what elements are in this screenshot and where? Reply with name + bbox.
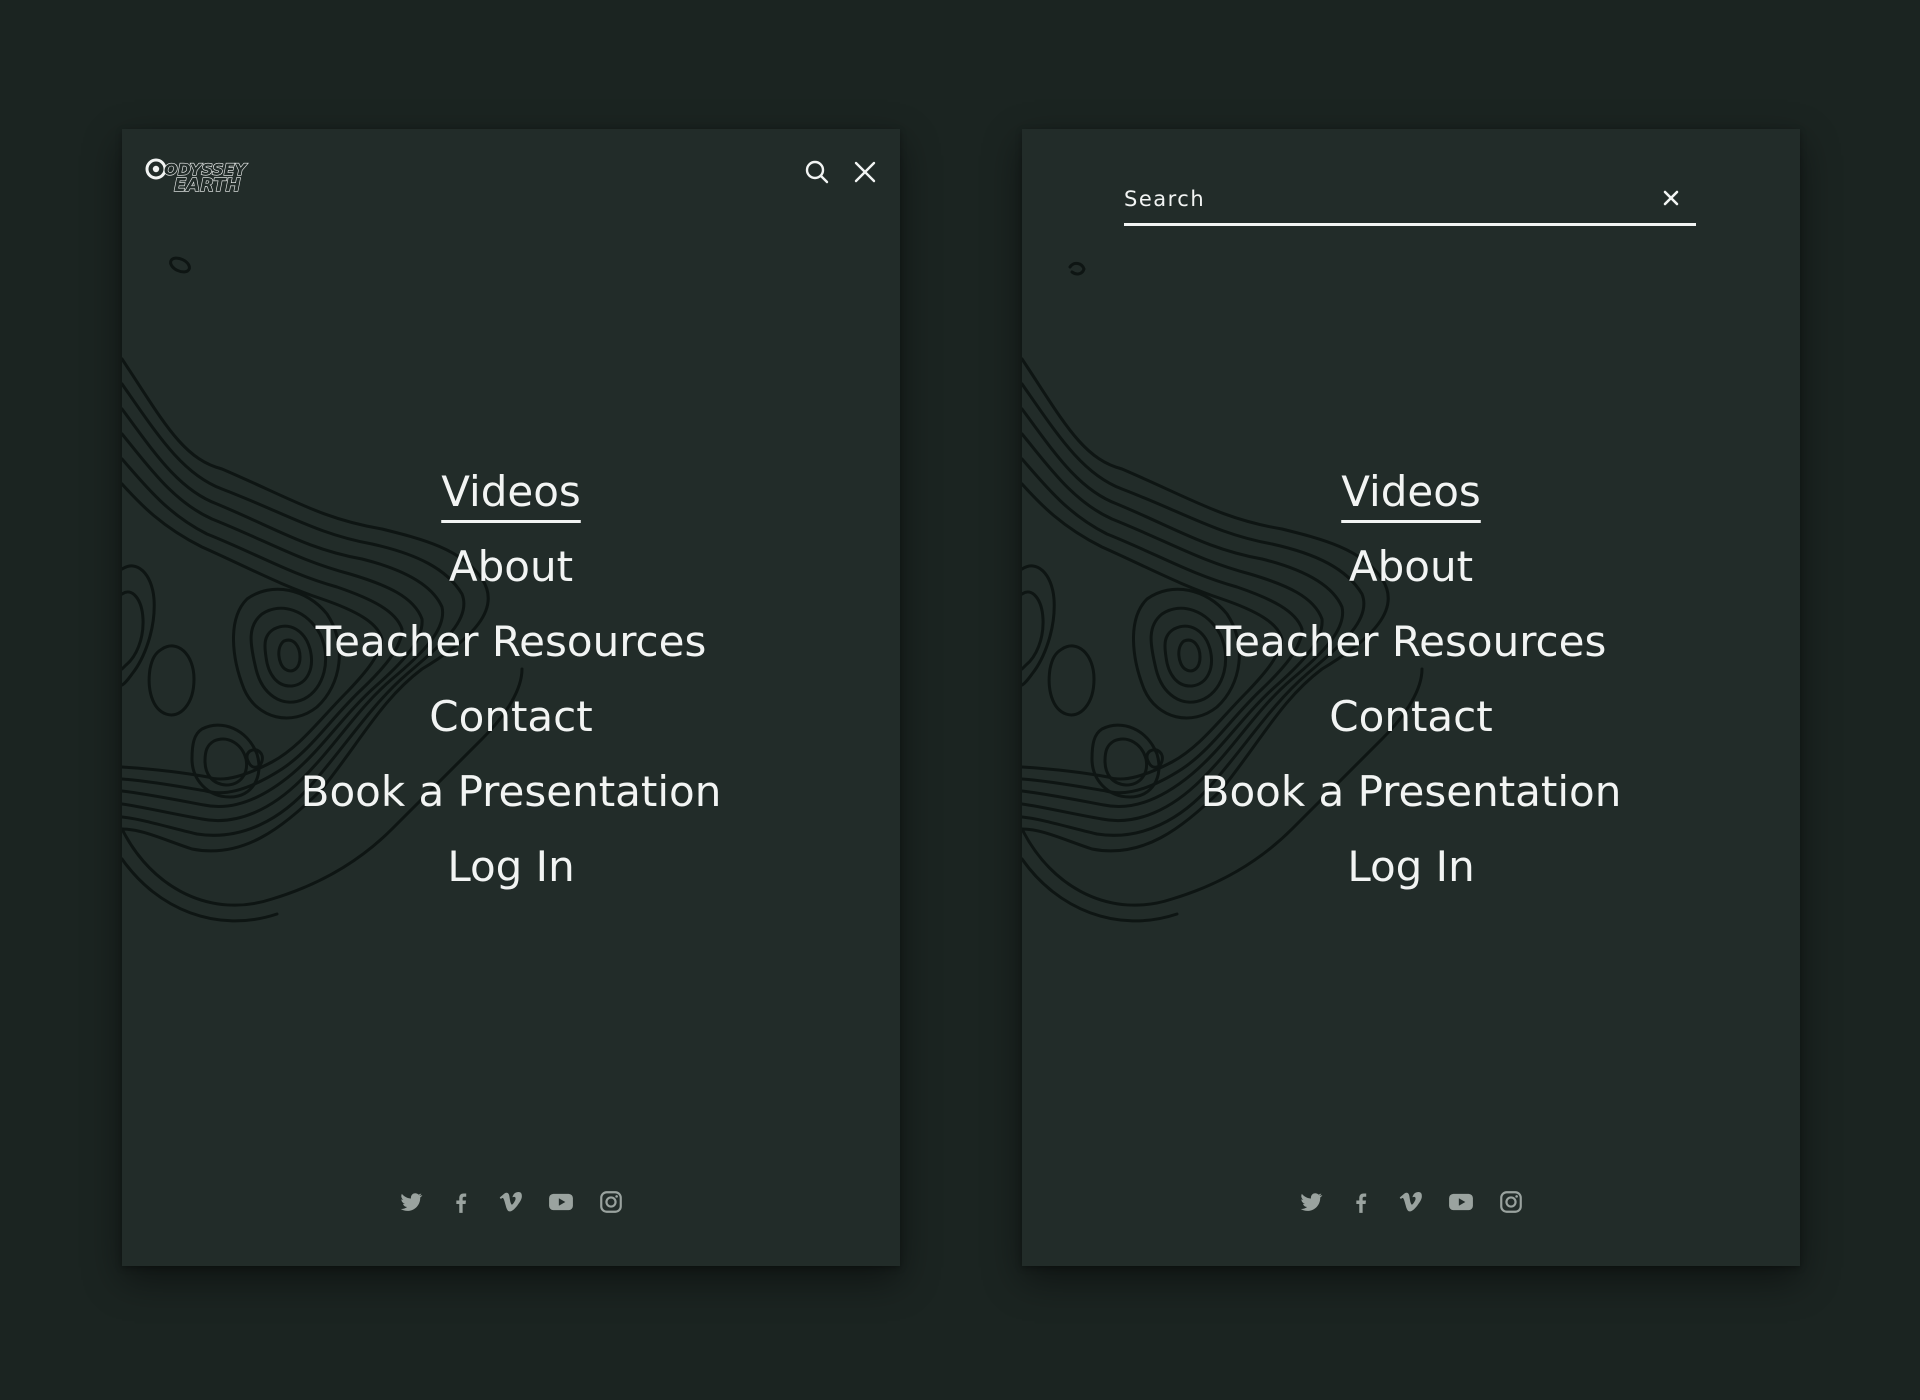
vimeo-icon[interactable] <box>498 1189 524 1215</box>
nav-item-videos[interactable]: Videos <box>1341 454 1481 529</box>
youtube-icon[interactable] <box>1448 1189 1474 1215</box>
nav-item-book-a-presentation[interactable]: Book a Presentation <box>301 754 722 829</box>
instagram-icon[interactable] <box>1498 1189 1524 1215</box>
social-links <box>122 1189 900 1215</box>
search-input[interactable] <box>1124 181 1624 217</box>
twitter-icon[interactable] <box>398 1189 424 1215</box>
nav-item-contact[interactable]: Contact <box>429 679 592 754</box>
close-icon[interactable] <box>852 159 878 185</box>
nav-item-videos[interactable]: Videos <box>441 454 581 529</box>
nav-item-contact[interactable]: Contact <box>1329 679 1492 754</box>
nav-item-book-a-presentation[interactable]: Book a Presentation <box>1201 754 1622 829</box>
header-actions <box>804 159 878 185</box>
nav-item-teacher-resources[interactable]: Teacher Resources <box>1216 604 1607 679</box>
main-nav: Videos About Teacher Resources Contact B… <box>122 454 900 904</box>
odyssey-earth-logo-mark: ODYSSEY EARTH <box>145 158 248 195</box>
vimeo-icon[interactable] <box>1398 1189 1424 1215</box>
nav-item-log-in[interactable]: Log In <box>1347 829 1474 904</box>
facebook-icon[interactable] <box>1348 1189 1374 1215</box>
close-icon[interactable] <box>1654 181 1688 215</box>
nav-item-about[interactable]: About <box>449 529 573 604</box>
odyssey-earth-logo[interactable]: ODYSSEY EARTH <box>144 155 270 195</box>
nav-item-log-in[interactable]: Log In <box>447 829 574 904</box>
youtube-icon[interactable] <box>548 1189 574 1215</box>
search-bar <box>1124 179 1696 226</box>
nav-item-teacher-resources[interactable]: Teacher Resources <box>316 604 707 679</box>
mobile-menu-screen: ODYSSEY EARTH Videos About Teacher Resou… <box>122 129 900 1266</box>
main-nav: Videos About Teacher Resources Contact B… <box>1022 454 1800 904</box>
search-icon[interactable] <box>804 159 830 185</box>
instagram-icon[interactable] <box>598 1189 624 1215</box>
logo-text-earth: EARTH <box>174 175 241 195</box>
nav-item-about[interactable]: About <box>1349 529 1473 604</box>
mobile-search-screen: Videos About Teacher Resources Contact B… <box>1022 129 1800 1266</box>
social-links <box>1022 1189 1800 1215</box>
facebook-icon[interactable] <box>448 1189 474 1215</box>
twitter-icon[interactable] <box>1298 1189 1324 1215</box>
